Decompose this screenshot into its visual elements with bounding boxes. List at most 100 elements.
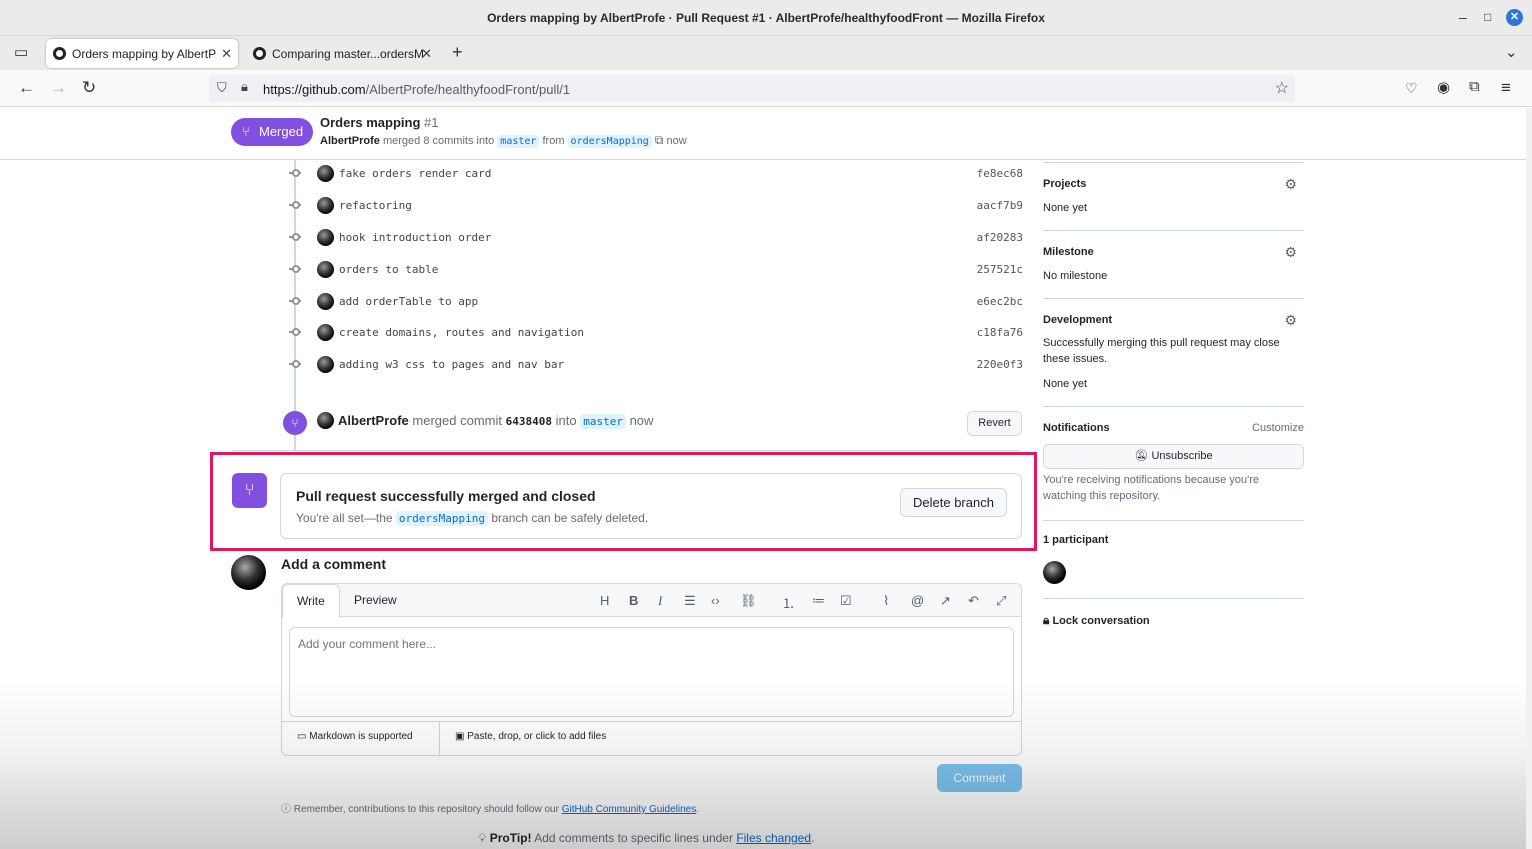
attach-files-note[interactable]: ▣ Paste, drop, or click to add files [455,731,606,742]
shield-icon[interactable]: ⛉ [217,80,227,96]
attach-icon[interactable]: ⌇ [883,593,889,609]
italic-icon[interactable]: I [658,593,662,609]
window-titlebar: Orders mapping by AlbertProfe · Pull Req… [0,0,1532,36]
avatar[interactable] [317,261,334,278]
lock-conversation[interactable]: 🔒︎ Lock conversation [1043,612,1304,632]
avatar[interactable] [317,356,334,373]
maximize-button[interactable]: □ [1484,10,1491,24]
commit-sha[interactable]: af20283 [977,231,1023,244]
menu-icon[interactable]: ≡ [1501,78,1511,98]
forward-icon[interactable]: → [50,78,67,98]
avatar[interactable] [1043,561,1066,584]
comment-textarea[interactable]: Add your comment here... [289,627,1014,717]
bullet-list-icon[interactable]: ≔ [812,593,825,609]
bookmark-star-icon[interactable]: ☆ [1275,78,1289,98]
avatar[interactable] [317,324,334,341]
author-link[interactable]: AlbertProfe [338,413,409,428]
projects-label[interactable]: Projects [1043,178,1086,190]
markdown-note[interactable]: ▭ Markdown is supported [297,731,413,742]
commit-message[interactable]: refactoring [339,199,412,212]
reply-icon[interactable]: ↶ [968,593,979,609]
close-tab-icon[interactable]: ✕ [221,46,232,62]
guidelines-link[interactable]: GitHub Community Guidelines [562,804,697,815]
mention-icon[interactable]: @ [911,593,924,608]
comment-editor: Write Preview H B I ☰ ‹› ⛓ ⒈ ≔ ☑ ⌇ @ ↗ ↶… [281,583,1022,756]
commit-message[interactable]: create domains, routes and navigation [339,326,584,339]
author-link[interactable]: AlbertProfe [320,135,380,147]
merge-icon: ⑂ [242,124,250,139]
commit-icon [289,167,301,179]
url-bar[interactable]: ⛉ 🔒︎ https://github.com/AlbertProfe/heal… [209,75,1295,102]
avatar[interactable] [317,165,334,182]
sidebar-projects: Projects ⚙ None yet [1043,176,1304,226]
sidebar-divider [1043,230,1304,231]
tab-overview-icon[interactable]: ▭ [14,43,28,61]
milestone-label[interactable]: Milestone [1043,246,1094,258]
copy-icon[interactable]: ⧉ [655,133,664,147]
customize-link[interactable]: Customize [1252,422,1304,434]
tab-bar: ▭ Orders mapping by AlbertP ✕ Comparing … [0,36,1532,70]
link-icon[interactable]: ⛓ [740,593,757,609]
avatar[interactable] [317,412,334,429]
close-window-button[interactable]: ✕ [1506,9,1523,26]
tab-orders-mapping[interactable]: Orders mapping by AlbertP ✕ [46,39,238,68]
merge-commit-sha[interactable]: 6438408 [506,415,552,428]
page-scrollbar[interactable] [1526,108,1532,849]
list-tabs-icon[interactable]: ⌄ [1505,43,1518,61]
commit-row: refactoring aacf7b9 [283,195,1023,215]
tab-preview[interactable]: Preview [354,593,397,607]
markdown-icon: ▭ [297,731,307,742]
head-branch[interactable]: ordersMapping [567,135,652,148]
gear-icon[interactable]: ⚙ [1284,312,1297,329]
code-icon[interactable]: ‹› [711,593,720,608]
reference-icon[interactable]: ↗ [940,593,951,609]
reload-icon[interactable]: ↻ [82,78,96,98]
lock-icon[interactable]: 🔒︎ [241,79,248,95]
avatar[interactable] [231,555,266,590]
close-tab-icon[interactable]: ✕ [421,46,432,62]
base-branch[interactable]: master [497,135,540,148]
heading-icon[interactable]: H [600,593,609,608]
task-list-icon[interactable]: ☑ [840,593,852,609]
commit-sha[interactable]: 257521c [977,263,1023,276]
minimize-button[interactable]: – [1459,9,1467,25]
quote-icon[interactable]: ☰ [684,593,696,609]
unsubscribe-button[interactable]: 🔕︎ Unsubscribe [1043,444,1304,469]
commit-message[interactable]: adding w3 css to pages and nav bar [339,358,564,371]
commit-message[interactable]: orders to table [339,263,438,276]
commit-message[interactable]: hook introduction order [339,231,491,244]
account-icon[interactable]: ◉ [1437,78,1450,96]
development-label[interactable]: Development [1043,314,1112,326]
pocket-icon[interactable]: ♡ [1405,80,1418,97]
commit-message[interactable]: add orderTable to app [339,295,478,308]
tab-write[interactable]: Write [282,584,340,618]
tab-comparing[interactable]: Comparing master...ordersM ✕ [246,39,438,68]
gear-icon[interactable]: ⚙ [1284,244,1297,261]
commit-message[interactable]: fake orders render card [339,167,491,180]
avatar[interactable] [317,197,334,214]
lock-conversation-label[interactable]: 🔒︎ Lock conversation [1043,613,1150,628]
numbered-list-icon[interactable]: ⒈ [782,593,795,612]
comment-submit-button[interactable]: Comment [937,764,1022,792]
pr-title[interactable]: Orders mapping #1 [320,115,439,130]
commit-sha[interactable]: c18fa76 [977,326,1023,339]
commit-sha[interactable]: 220e0f3 [977,358,1023,371]
commit-sha[interactable]: aacf7b9 [977,199,1023,212]
commit-sha[interactable]: fe8ec68 [977,167,1023,180]
milestone-value: No milestone [1043,270,1108,282]
avatar[interactable] [317,293,334,310]
avatar[interactable] [317,229,334,246]
back-icon[interactable]: ← [18,78,35,98]
revert-button[interactable]: Revert [967,411,1022,436]
fullscreen-icon[interactable]: ⤢ [996,593,1006,609]
gear-icon[interactable]: ⚙ [1284,176,1297,193]
extensions-icon[interactable]: ⧉ [1469,78,1480,95]
protip: 💡︎ ProTip! Add comments to specific line… [478,831,815,845]
merged-state-badge: ⑂ Merged [231,118,313,146]
files-changed-link[interactable]: Files changed [736,831,811,845]
branch-label[interactable]: master [580,414,626,429]
commit-sha[interactable]: e6ec2bc [977,295,1023,308]
new-tab-icon[interactable]: + [452,42,463,63]
timeline-divider [231,450,1021,451]
bold-icon[interactable]: B [629,593,638,608]
